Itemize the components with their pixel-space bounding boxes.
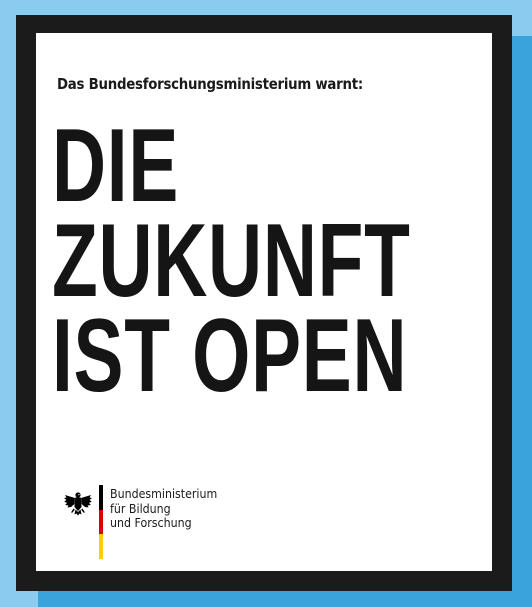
poster-card: Das Bundesforschungsministerium warnt: D… [36, 33, 492, 571]
poster-headline: DIE ZUKUNFT IST OPEN [52, 108, 411, 414]
federal-eagle-icon [64, 492, 92, 516]
german-flag-bar [99, 485, 103, 560]
ministry-name: Bundesministerium für Bildung und Forsch… [110, 487, 217, 531]
headline-line-2: ZUKUNFT [52, 203, 411, 319]
ministry-logo: Bundesministerium für Bildung und Forsch… [63, 485, 223, 565]
ministry-name-line-2: für Bildung [110, 501, 171, 516]
ministry-name-line-1: Bundesministerium [110, 487, 218, 501]
ministry-name-line-3: und Forschung [110, 516, 192, 530]
headline-line-1: DIE [52, 108, 179, 224]
headline-line-3: IST OPEN [52, 298, 408, 414]
poster-frame: Das Bundesforschungsministerium warnt: D… [16, 15, 512, 591]
poster-kicker: Das Bundesforschungsministerium warnt: [57, 75, 363, 93]
